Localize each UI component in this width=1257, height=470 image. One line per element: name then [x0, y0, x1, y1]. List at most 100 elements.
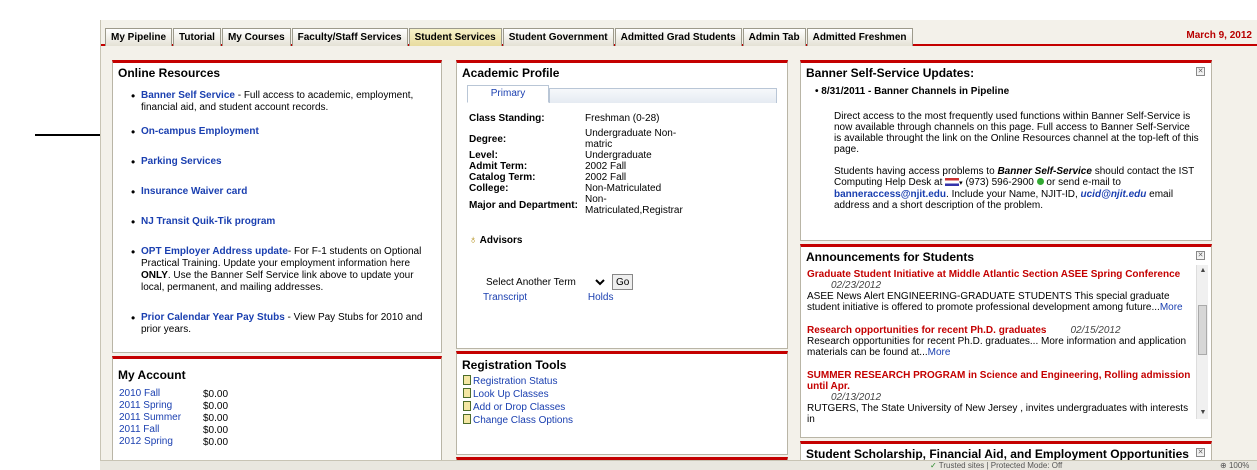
resource-link[interactable]: Prior Calendar Year Pay Stubs [141, 312, 285, 323]
list-item: OPT Employer Address update- For F-1 stu… [131, 246, 433, 294]
profile-value: Non-Matriculated [585, 183, 662, 194]
list-item[interactable]: Add or Drop Classes [463, 401, 787, 414]
academic-profile-title: Academic Profile [462, 66, 560, 80]
go-button[interactable]: Go [612, 274, 634, 290]
close-icon[interactable]: ✕ [1196, 448, 1205, 457]
document-icon [463, 401, 471, 411]
banneraccess-email-link[interactable]: banneraccess@njit.edu [834, 189, 946, 200]
tab-my-courses[interactable]: My Courses [221, 28, 291, 46]
announcements-scrollbar[interactable]: ▲ ▼ [1196, 265, 1208, 419]
resource-link[interactable]: On-campus Employment [141, 126, 259, 137]
list-item[interactable]: Look Up Classes [463, 388, 787, 401]
tab-admitted-grad-students[interactable]: Admitted Grad Students [614, 28, 742, 46]
dropdown-icon: ▾ [959, 180, 963, 187]
account-term-link[interactable]: 2010 Fall [119, 388, 203, 400]
banner-update-item-title: • 8/31/2011 - Banner Channels in Pipelin… [815, 86, 1010, 97]
tab-student-government[interactable]: Student Government [502, 28, 614, 46]
registration-tools-panel: Registration Tools Registration Status Lo… [456, 351, 788, 455]
document-icon [463, 375, 471, 385]
resource-link[interactable]: Insurance Waiver card [141, 186, 247, 197]
table-row: Class Standing: Freshman (0-28) [469, 113, 695, 124]
scroll-thumb[interactable] [1198, 305, 1207, 355]
advisor-icon: ♁ [469, 234, 478, 246]
registration-tool-link[interactable]: Add or Drop Classes [473, 402, 565, 413]
account-amount: $0.00 [203, 412, 229, 424]
transcript-link[interactable]: Transcript [483, 292, 527, 303]
tab-list: My Pipeline Tutorial My Courses Faculty/Sta… [105, 28, 914, 46]
profile-tabs: Primary [467, 85, 777, 103]
profile-value: Freshman (0-28) [585, 113, 660, 124]
list-item[interactable]: Change Class Options [463, 414, 787, 427]
resource-emphasis: ONLY [141, 270, 168, 281]
account-term-link[interactable]: 2011 Spring [119, 400, 203, 412]
table-row: 2011 Spring $0.00 [119, 400, 228, 412]
my-account-panel: My Account 2010 Fall $0.00 2011 Spring $0.0… [112, 356, 442, 470]
online-resources-title: Online Resources [118, 66, 221, 80]
resource-description: . Use the Banner Self Service link above… [141, 270, 414, 293]
registration-tools-list: Registration Status Look Up Classes Add or… [463, 375, 787, 427]
profile-key: Admit Term: [469, 161, 528, 172]
list-item: Insurance Waiver card [131, 186, 433, 198]
resource-link[interactable]: OPT Employer Address update [141, 246, 288, 257]
table-row: 2010 Fall $0.00 [119, 388, 228, 400]
account-term-link[interactable]: 2011 Summer [119, 412, 203, 424]
profile-value: Undergraduate [585, 150, 652, 161]
list-item: Parking Services [131, 156, 433, 168]
account-amount: $0.00 [203, 388, 229, 400]
announcement-title-link[interactable]: SUMMER RESEARCH PROGRAM in Science and E… [807, 370, 1190, 392]
scroll-up-icon[interactable]: ▲ [1197, 265, 1209, 277]
list-item: Graduate Student Initiative at Middle At… [807, 269, 1191, 313]
registration-tool-link[interactable]: Look Up Classes [473, 389, 549, 400]
list-item: Prior Calendar Year Pay Stubs - View Pay… [131, 312, 433, 336]
list-item[interactable]: Registration Status [463, 375, 787, 388]
announcement-date: 02/15/2012 [1070, 325, 1121, 336]
list-item: On-campus Employment [131, 126, 433, 138]
tab-student-services[interactable]: Student Services [408, 28, 502, 46]
advisors-row: ♁ Advisors [469, 234, 787, 246]
profile-value: Non-Matriculated,Registrar [585, 194, 683, 216]
account-term-link[interactable]: 2012 Spring [119, 436, 203, 448]
tab-my-pipeline[interactable]: My Pipeline [105, 28, 173, 46]
online-resources-panel: Online Resources Banner Self Service - F… [112, 60, 442, 353]
table-row: 2011 Summer $0.00 [119, 412, 228, 424]
resource-link[interactable]: Banner Self Service [141, 90, 235, 101]
profile-value: 2002 Fall [585, 161, 627, 172]
resource-link[interactable]: Parking Services [141, 156, 222, 167]
table-row: Major and Department: Non-Matriculated,Re… [469, 194, 695, 216]
holds-link[interactable]: Holds [588, 292, 614, 303]
more-link[interactable]: More [1160, 302, 1183, 313]
account-amount: $0.00 [203, 400, 229, 412]
document-icon [463, 388, 471, 398]
tab-admitted-freshmen[interactable]: Admitted Freshmen [806, 28, 913, 46]
registration-tool-link[interactable]: Registration Status [473, 376, 558, 387]
announcement-title-link[interactable]: Research opportunities for recent Ph.D. … [807, 325, 1047, 336]
registration-tool-link[interactable]: Change Class Options [473, 415, 573, 426]
announcement-body: Research opportunities for recent Ph.D. … [807, 336, 1187, 358]
check-icon: ✓ [930, 461, 937, 470]
document-icon [463, 414, 471, 424]
tab-admin-tab[interactable]: Admin Tab [742, 28, 806, 46]
scroll-down-icon[interactable]: ▼ [1197, 407, 1209, 419]
ucid-email-link[interactable]: ucid@njit.edu [1081, 189, 1147, 200]
announcement-title-link[interactable]: Graduate Student Initiative at Middle At… [807, 269, 1180, 280]
account-amount: $0.00 [203, 436, 229, 448]
phone-number[interactable]: (973) 596-2900 [965, 177, 1033, 188]
account-term-link[interactable]: 2011 Fall [119, 424, 203, 436]
term-select[interactable]: Select Another Term [481, 274, 609, 290]
table-row: 2012 Spring $0.00 [119, 436, 228, 448]
zoom-level[interactable]: ⊕ 100% [1220, 461, 1249, 470]
tab-primary[interactable]: Primary [467, 85, 549, 103]
account-amount: $0.00 [203, 424, 229, 436]
zone-status: ✓ Trusted sites | Protected Mode: Off [930, 461, 1063, 470]
portal-frame: My Pipeline Tutorial My Courses Faculty/Sta… [100, 20, 1257, 470]
my-account-title: My Account [118, 368, 186, 382]
tab-faculty-staff-services[interactable]: Faculty/Staff Services [291, 28, 408, 46]
account-table: 2010 Fall $0.00 2011 Spring $0.00 2011 Summe… [119, 388, 228, 448]
resource-link[interactable]: NJ Transit Quik-Tik program [141, 216, 275, 227]
more-link[interactable]: More [928, 347, 951, 358]
registration-tools-title: Registration Tools [462, 358, 567, 372]
close-icon[interactable]: ✕ [1196, 251, 1205, 260]
close-icon[interactable]: ✕ [1196, 67, 1205, 76]
tab-tutorial[interactable]: Tutorial [173, 28, 221, 46]
list-item: NJ Transit Quik-Tik program [131, 216, 433, 228]
